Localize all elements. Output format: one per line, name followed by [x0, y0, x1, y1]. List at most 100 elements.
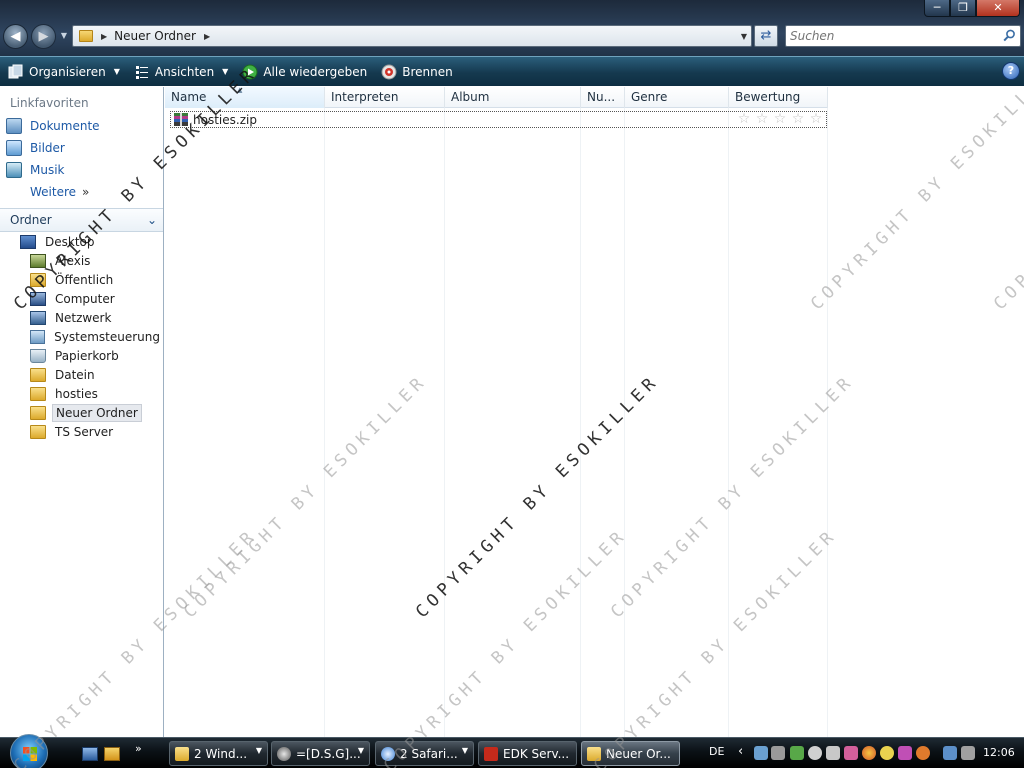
column-header-rating[interactable]: Bewertung [729, 87, 828, 108]
refresh-button[interactable]: ⇄ [754, 25, 778, 47]
recent-pages-dropdown[interactable]: ▼ [59, 31, 69, 41]
tree-item-control-panel[interactable]: Systemsteuerung [0, 327, 163, 346]
star-icon[interactable]: ☆ [789, 112, 807, 127]
favorite-documents[interactable]: Dokumente [0, 115, 163, 137]
column-label: Bewertung [735, 90, 801, 104]
start-button[interactable] [10, 734, 48, 768]
taskbar-task-edk-server[interactable]: EDK Serv... [478, 741, 577, 766]
tree-item-new-folder[interactable]: Neuer Ordner [0, 403, 163, 422]
tree-item-ts-server[interactable]: TS Server [0, 422, 163, 441]
search-icon[interactable] [1003, 29, 1016, 42]
tree-item-label: Neuer Ordner [52, 403, 142, 422]
maximize-button[interactable]: ❐ [950, 0, 976, 17]
favorite-pictures[interactable]: Bilder [0, 137, 163, 159]
tray-moon-icon[interactable] [880, 746, 894, 760]
chevron-down-icon: ▼ [113, 67, 120, 76]
tree-item-hosties[interactable]: hosties [0, 384, 163, 403]
address-dropdown-icon[interactable]: ▼ [737, 32, 751, 41]
breadcrumb-current[interactable]: Neuer Ordner [114, 29, 196, 43]
rating-stars[interactable]: ☆ ☆ ☆ ☆ ☆ [735, 112, 825, 127]
star-icon[interactable]: ☆ [771, 112, 789, 127]
refresh-icon: ⇄ [760, 28, 772, 43]
tray-network-icon[interactable] [754, 746, 768, 760]
tray-display-icon[interactable] [943, 746, 957, 760]
navigation-pane: Linkfavoriten Dokumente Bilder Musik Wei… [0, 87, 164, 737]
breadcrumb-chevron-icon[interactable]: ▶ [204, 32, 210, 41]
search-box[interactable] [785, 25, 1021, 47]
tray-expand-icon[interactable]: ‹ [738, 744, 743, 759]
tray-drive-icon[interactable] [808, 746, 822, 760]
tray-update-icon[interactable] [916, 746, 930, 760]
tree-item-datein[interactable]: Datein [0, 365, 163, 384]
search-input[interactable] [786, 26, 986, 46]
folders-heading[interactable]: Ordner ⌄ [0, 208, 163, 232]
media-player-icon[interactable] [104, 747, 120, 761]
taskbar-task-safari[interactable]: 2 Safari... ▼ [375, 741, 474, 766]
arrow-right-icon: ▶ [38, 29, 49, 44]
user-folder-icon [30, 253, 46, 268]
tray-media-icon[interactable] [898, 746, 912, 760]
tray-app-icon[interactable] [844, 746, 858, 760]
taskbar: » 2 Wind... ▼ =[D.S.G]... ▼ 2 Safari... … [0, 734, 1024, 768]
column-label: Interpreten [331, 90, 399, 104]
tray-color-icon[interactable] [862, 746, 876, 760]
column-divider [624, 108, 625, 737]
windows-logo-icon [23, 747, 37, 761]
chevron-down-icon: ▼ [357, 746, 364, 755]
folder-icon [30, 272, 46, 287]
column-headers: ▲ Name Interpreten Album Nu... Genre Bew… [165, 86, 828, 108]
tray-messenger-icon[interactable] [790, 746, 804, 760]
star-icon[interactable]: ☆ [753, 112, 771, 127]
burn-button[interactable]: Brennen [375, 60, 458, 84]
close-button[interactable]: ✕ [976, 0, 1020, 17]
views-icon [135, 65, 148, 79]
star-icon[interactable]: ☆ [735, 112, 753, 127]
clock[interactable]: 12:06 [983, 746, 1015, 759]
volume-icon[interactable] [961, 746, 975, 760]
chevron-down-icon: ⌄ [146, 213, 157, 227]
folder-icon [30, 405, 46, 420]
column-header-name[interactable]: ▲ Name [165, 86, 325, 108]
task-label: EDK Serv... [503, 746, 570, 761]
folder-icon [30, 424, 46, 439]
documents-icon [6, 118, 22, 134]
star-icon[interactable]: ☆ [807, 112, 825, 127]
column-divider [324, 108, 325, 737]
quick-launch-more-icon[interactable]: » [135, 742, 142, 755]
show-desktop-icon[interactable] [82, 747, 98, 761]
tree-item-public[interactable]: Öffentlich [0, 270, 163, 289]
address-bar[interactable]: ▶ Neuer Ordner ▶ ▼ [72, 25, 752, 47]
column-header-artists[interactable]: Interpreten [325, 87, 445, 108]
taskbar-task-windows[interactable]: 2 Wind... ▼ [169, 741, 268, 766]
tree-item-alexis[interactable]: Alexis [0, 251, 163, 270]
tree-item-desktop[interactable]: Desktop [0, 232, 163, 251]
tree-item-recycle-bin[interactable]: Papierkorb [0, 346, 163, 365]
views-button[interactable]: Ansichten ▼ [128, 60, 234, 84]
folder-icon [587, 746, 601, 761]
folder-icon [30, 367, 46, 382]
organize-label: Organisieren [29, 64, 106, 79]
taskbar-task-dsg[interactable]: =[D.S.G]... ▼ [271, 741, 370, 766]
explorer-window: ─ ❐ ✕ ◀ ▶ ▼ ▶ Neuer Ordner ▶ ▼ ⇄ Organis… [0, 0, 1024, 768]
back-button[interactable]: ◀ [3, 24, 28, 49]
tree-item-label: TS Server [55, 424, 114, 439]
language-indicator[interactable]: DE [709, 745, 724, 758]
column-header-genre[interactable]: Genre [625, 87, 729, 108]
tree-item-network[interactable]: Netzwerk [0, 308, 163, 327]
favorites-more[interactable]: Weitere » [0, 181, 163, 203]
forward-button[interactable]: ▶ [31, 24, 56, 49]
taskbar-task-new-folder[interactable]: Neuer Or... [581, 741, 680, 766]
minimize-button[interactable]: ─ [924, 0, 950, 17]
column-header-album[interactable]: Album [445, 87, 581, 108]
organize-button[interactable]: Organisieren ▼ [2, 60, 126, 84]
column-header-number[interactable]: Nu... [581, 87, 625, 108]
tree-item-computer[interactable]: Computer [0, 289, 163, 308]
favorite-music[interactable]: Musik [0, 159, 163, 181]
tray-close-icon[interactable] [826, 746, 840, 760]
tray-steam-icon[interactable] [771, 746, 785, 760]
file-row[interactable]: hosties.zip ☆ ☆ ☆ ☆ ☆ [170, 111, 827, 128]
sort-ascending-icon: ▲ [237, 86, 243, 94]
breadcrumb-separator-icon[interactable]: ▶ [101, 32, 107, 41]
help-button[interactable]: ? [1002, 62, 1020, 80]
play-all-button[interactable]: Alle wiedergeben [236, 60, 373, 84]
